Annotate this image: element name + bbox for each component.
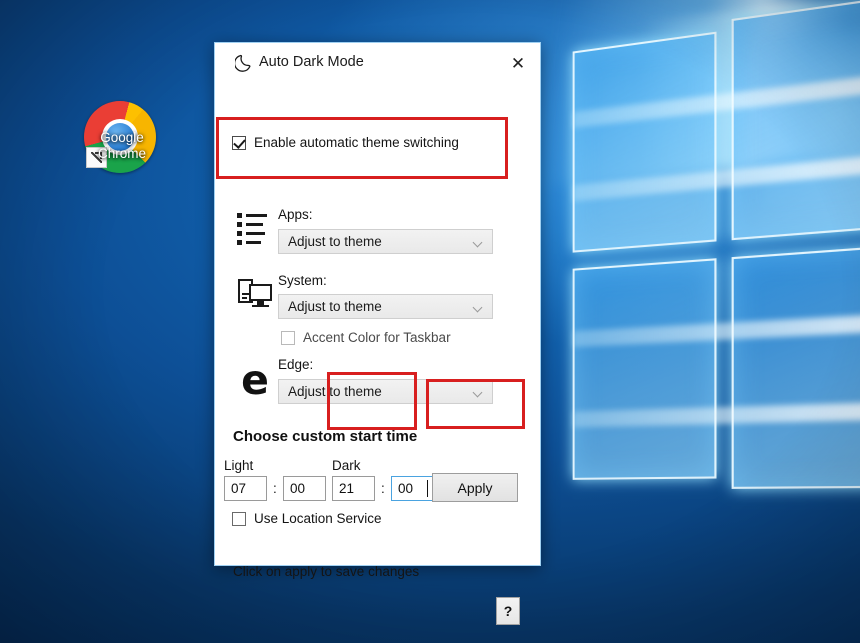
- use-location-service-label: Use Location Service: [254, 511, 382, 526]
- system-label: System:: [278, 273, 327, 288]
- dark-hours-input[interactable]: 21: [332, 476, 375, 501]
- edge-logo-icon: e: [241, 356, 269, 404]
- apps-theme-dropdown[interactable]: Adjust to theme: [278, 229, 493, 254]
- dark-minutes-input[interactable]: 00: [391, 476, 434, 501]
- apply-button[interactable]: Apply: [432, 473, 518, 502]
- text-caret: [427, 480, 428, 497]
- chrome-label-line2: Chrome: [97, 146, 146, 161]
- dark-minutes-value: 00: [398, 481, 414, 496]
- help-button[interactable]: ?: [496, 597, 520, 625]
- window-title-bar: Auto Dark Mode ✕: [215, 43, 540, 83]
- system-theme-dropdown[interactable]: Adjust to theme: [278, 294, 493, 319]
- light-minutes-input[interactable]: 00: [283, 476, 326, 501]
- desktop-icon-label-google-chrome: Google Chrome: [42, 130, 202, 162]
- light-hours-input[interactable]: 07: [224, 476, 267, 501]
- system-theme-dropdown-value: Adjust to theme: [288, 299, 382, 314]
- dark-time-label: Dark: [332, 458, 361, 473]
- dark-time-separator: :: [381, 481, 385, 496]
- use-location-service-checkbox[interactable]: [232, 511, 246, 526]
- light-minutes-value: 00: [290, 481, 306, 496]
- chrome-label-line1: Google: [100, 130, 144, 145]
- close-icon[interactable]: ✕: [505, 51, 531, 77]
- apps-theme-dropdown-value: Adjust to theme: [288, 234, 382, 249]
- edge-theme-dropdown[interactable]: Adjust to theme: [278, 379, 493, 404]
- edge-theme-dropdown-value: Adjust to theme: [288, 384, 382, 399]
- light-time-separator: :: [273, 481, 277, 496]
- system-monitor-icon: [238, 279, 272, 309]
- light-hours-value: 07: [231, 481, 247, 496]
- edge-label: Edge:: [278, 357, 314, 372]
- window-title: Auto Dark Mode: [259, 54, 364, 70]
- choose-custom-start-time-heading: Choose custom start time: [233, 428, 418, 445]
- chevron-down-icon: [474, 389, 482, 397]
- dark-hours-value: 21: [339, 481, 355, 496]
- light-time-label: Light: [224, 458, 254, 473]
- chevron-down-icon: [474, 304, 482, 312]
- accent-color-for-taskbar-checkbox[interactable]: [281, 330, 295, 345]
- accent-color-for-taskbar-row[interactable]: Accent Color for Taskbar: [281, 330, 451, 345]
- chevron-down-icon: [474, 239, 482, 247]
- hint-text: Click on apply to save changes: [233, 564, 420, 579]
- enable-automatic-theme-switching-checkbox[interactable]: [232, 135, 246, 150]
- auto-dark-mode-window: Auto Dark Mode ✕ Enable automatic theme …: [214, 42, 541, 625]
- enable-automatic-theme-switching-row[interactable]: Enable automatic theme switching: [232, 135, 459, 150]
- apps-label: Apps:: [278, 207, 313, 222]
- use-location-service-row[interactable]: Use Location Service: [232, 511, 382, 526]
- apps-list-icon: [237, 213, 267, 245]
- accent-color-for-taskbar-label: Accent Color for Taskbar: [303, 330, 451, 345]
- moon-icon: [235, 54, 251, 72]
- enable-automatic-theme-switching-label: Enable automatic theme switching: [254, 135, 459, 150]
